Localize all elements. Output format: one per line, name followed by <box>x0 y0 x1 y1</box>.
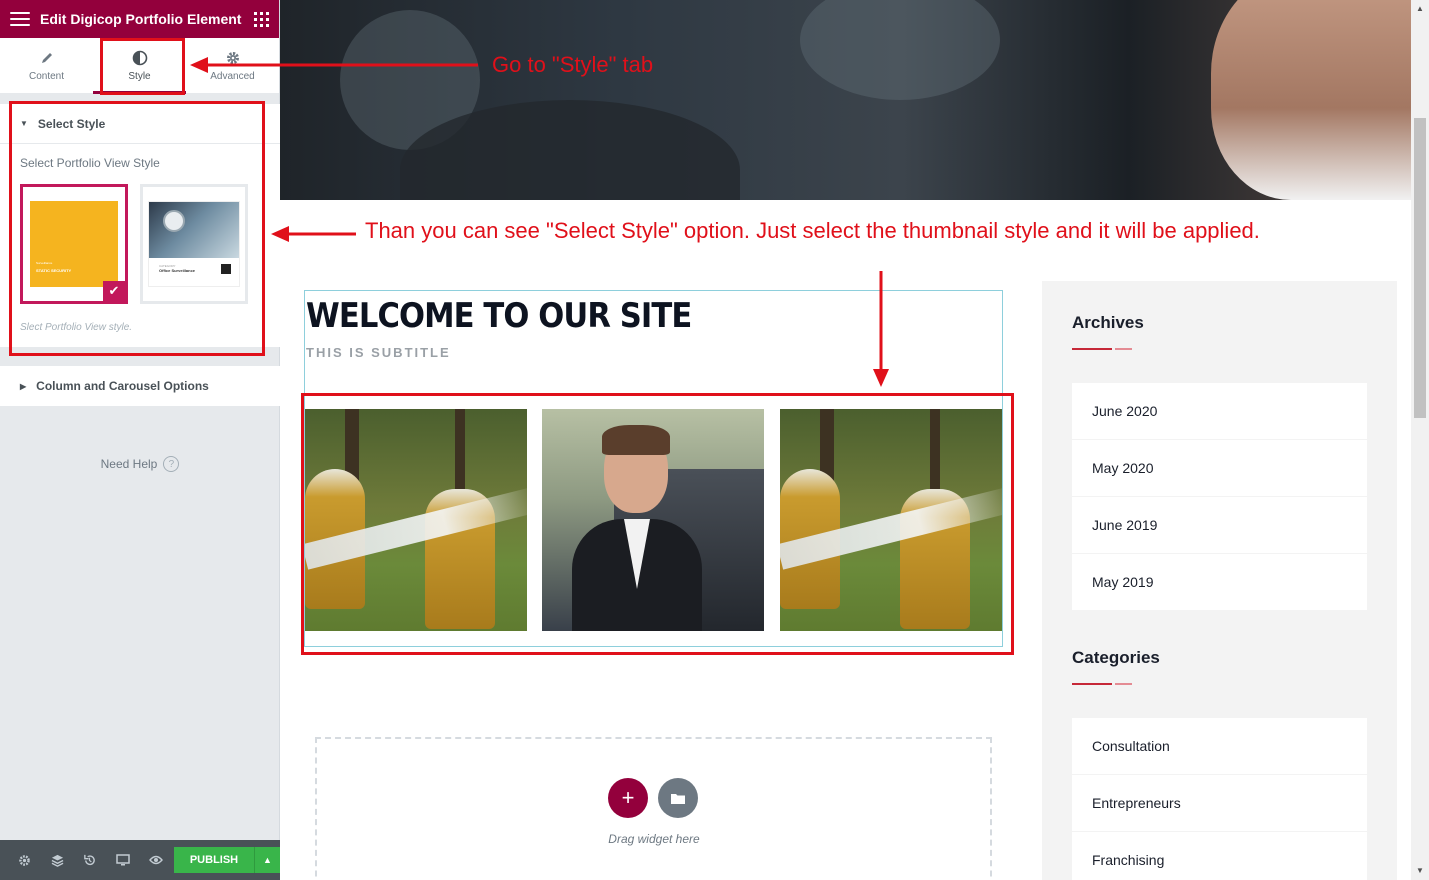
page-subtitle: THIS IS SUBTITLE <box>306 345 451 360</box>
annotation-tab-hint: Go to "Style" tab <box>492 52 654 77</box>
column-carousel-header[interactable]: ▶ Column and Carousel Options <box>0 366 280 406</box>
column-carousel-section: ▶ Column and Carousel Options <box>0 366 280 406</box>
responsive-desktop-icon[interactable] <box>106 840 139 880</box>
categories-underline <box>1072 683 1132 685</box>
archives-heading: Archives <box>1072 313 1144 332</box>
scroll-down-arrow-icon[interactable]: ▼ <box>1411 866 1429 875</box>
widgets-grid-icon[interactable] <box>254 11 269 27</box>
gear-icon <box>225 49 241 67</box>
tab-content[interactable]: Content <box>0 38 93 93</box>
tab-advanced[interactable]: Advanced <box>186 38 279 93</box>
layers-icon[interactable] <box>41 840 74 880</box>
tab-content-label: Content <box>28 71 65 82</box>
hamburger-menu-icon[interactable] <box>10 12 30 26</box>
history-icon[interactable] <box>74 840 107 880</box>
column-carousel-heading: Column and Carousel Options <box>36 379 209 393</box>
need-help-label: Need Help <box>100 457 158 471</box>
annotation-box-style-tab <box>100 38 185 95</box>
folder-icon <box>671 793 685 804</box>
tab-advanced-label: Advanced <box>210 71 255 82</box>
add-section-button[interactable]: + <box>608 778 648 818</box>
archive-link[interactable]: June 2019 <box>1072 497 1367 553</box>
pencil-icon <box>40 49 54 67</box>
page-scrollbar[interactable]: ▲ ▼ <box>1411 0 1429 880</box>
add-template-button[interactable] <box>658 778 698 818</box>
archive-link[interactable]: May 2020 <box>1072 440 1367 496</box>
archive-link[interactable]: June 2020 <box>1072 383 1367 439</box>
drop-zone-text: Drag widget here <box>608 832 700 846</box>
panel-footer: PUBLISH ▲ <box>0 840 280 880</box>
page-title: WELCOME TO OUR SITE <box>306 296 692 336</box>
categories-heading: Categories <box>1072 648 1160 667</box>
publish-group: PUBLISH ▲ <box>173 847 280 873</box>
categories-list: Consultation Entrepreneurs Franchising <box>1072 718 1367 880</box>
caret-right-icon: ▶ <box>20 381 27 391</box>
archive-link[interactable]: May 2019 <box>1072 554 1367 610</box>
archives-list: June 2020 May 2020 June 2019 May 2019 <box>1072 383 1367 611</box>
archives-underline <box>1072 348 1132 350</box>
annotation-box-portfolio <box>301 393 1014 655</box>
settings-icon[interactable] <box>8 840 41 880</box>
publish-options-button[interactable]: ▲ <box>253 847 280 873</box>
category-link[interactable]: Entrepreneurs <box>1072 775 1367 831</box>
panel-title: Edit Digicop Portfolio Element <box>40 11 242 27</box>
annotation-box-select-style <box>9 101 265 356</box>
scroll-up-arrow-icon[interactable]: ▲ <box>1411 4 1429 13</box>
hero-banner-image <box>280 0 1411 200</box>
publish-button[interactable]: PUBLISH <box>173 847 254 873</box>
blog-sidebar: Archives June 2020 May 2020 June 2019 Ma… <box>1042 281 1397 880</box>
category-link[interactable]: Franchising <box>1072 832 1367 880</box>
category-link[interactable]: Consultation <box>1072 718 1367 774</box>
question-icon: ? <box>163 456 180 472</box>
panel-header: Edit Digicop Portfolio Element <box>0 0 279 38</box>
widget-drop-zone[interactable] <box>315 737 992 880</box>
scrollbar-thumb[interactable] <box>1414 118 1426 418</box>
annotation-style-hint: Than you can see "Select Style" option. … <box>365 218 1260 243</box>
preview-eye-icon[interactable] <box>139 840 172 880</box>
need-help-link[interactable]: Need Help ? <box>0 456 280 472</box>
